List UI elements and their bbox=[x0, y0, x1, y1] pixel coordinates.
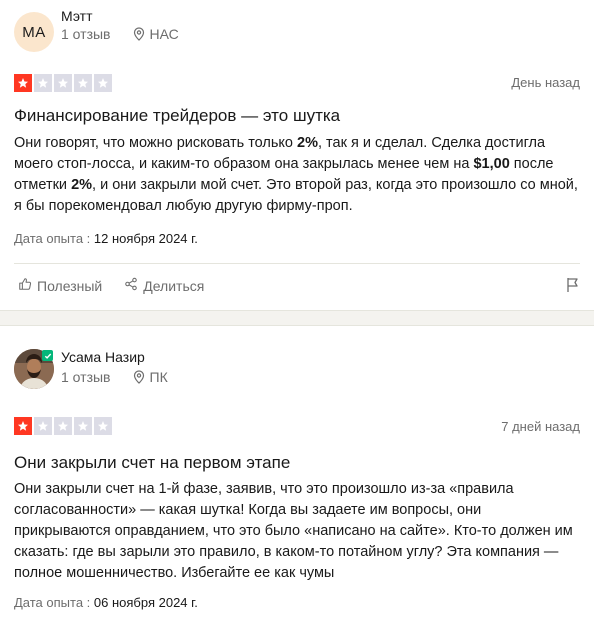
author-location: ПК bbox=[149, 369, 168, 385]
review-date: 7 дней назад bbox=[501, 419, 580, 434]
star-icon bbox=[14, 417, 32, 435]
author-meta: 1 отзыв НАС bbox=[61, 26, 179, 42]
author-location: НАС bbox=[149, 26, 179, 42]
location-pin-icon bbox=[133, 370, 145, 384]
avatar[interactable]: MA bbox=[14, 12, 54, 52]
author-name[interactable]: Мэтт bbox=[61, 8, 92, 24]
body-text: , и они закрыли мой счет. Это второй раз… bbox=[14, 177, 578, 214]
reviews-count: 1 отзыв bbox=[61, 26, 111, 42]
verified-badge-icon bbox=[42, 350, 53, 361]
share-icon bbox=[124, 277, 143, 294]
thumbs-up-icon bbox=[18, 277, 37, 294]
experience-label: Дата опыта : bbox=[14, 231, 91, 246]
star-icon bbox=[14, 74, 32, 92]
location-pin-icon bbox=[133, 27, 145, 41]
report-flag-icon[interactable] bbox=[566, 277, 580, 298]
review-body: Они закрыли счет на 1-й фазе, заявив, чт… bbox=[14, 479, 580, 584]
experience-value: 12 ноября 2024 г. bbox=[93, 231, 198, 246]
review-separator bbox=[0, 310, 594, 326]
star-rating bbox=[14, 417, 112, 435]
review-body: Они говорят, что можно рисковать только … bbox=[14, 133, 580, 217]
review-title[interactable]: Они закрыли счет на первом этапе bbox=[14, 453, 290, 473]
star-icon bbox=[74, 417, 92, 435]
review-card: Усама Назир 1 отзыв ПК 7 дней назад Они … bbox=[0, 326, 594, 620]
review-card: MA Мэтт 1 отзыв НАС День назад Финансиро… bbox=[0, 0, 594, 310]
review-actions: Полезный Делиться bbox=[18, 277, 226, 294]
body-highlight: 2% bbox=[71, 177, 93, 193]
star-icon bbox=[34, 417, 52, 435]
author-meta: 1 отзыв ПК bbox=[61, 369, 168, 385]
review-title[interactable]: Финансирование трейдеров — это шутка bbox=[14, 106, 340, 126]
experience-date: Дата опыта : 06 ноября 2024 г. bbox=[14, 595, 198, 610]
star-icon bbox=[54, 74, 72, 92]
body-highlight: $1,00 bbox=[473, 156, 510, 172]
useful-button[interactable]: Полезный bbox=[18, 277, 102, 294]
star-icon bbox=[34, 74, 52, 92]
experience-value: 06 ноября 2024 г. bbox=[93, 595, 198, 610]
star-icon bbox=[94, 74, 112, 92]
body-text: Они говорят, что можно рисковать только bbox=[14, 135, 298, 151]
experience-label: Дата опыта : bbox=[14, 595, 91, 610]
share-button[interactable]: Делиться bbox=[124, 277, 204, 294]
share-label: Делиться bbox=[143, 277, 205, 294]
star-icon bbox=[74, 74, 92, 92]
useful-label: Полезный bbox=[37, 277, 103, 294]
star-rating bbox=[14, 74, 112, 92]
divider bbox=[14, 263, 580, 264]
experience-date: Дата опыта : 12 ноября 2024 г. bbox=[14, 231, 198, 246]
reviews-count: 1 отзыв bbox=[61, 369, 111, 385]
body-highlight: 2% bbox=[297, 135, 318, 151]
star-icon bbox=[94, 417, 112, 435]
review-date: День назад bbox=[511, 75, 580, 90]
body-text: Они закрыли счет на 1-й фазе, заявив, чт… bbox=[14, 481, 573, 581]
star-icon bbox=[54, 417, 72, 435]
author-name[interactable]: Усама Назир bbox=[61, 349, 145, 365]
